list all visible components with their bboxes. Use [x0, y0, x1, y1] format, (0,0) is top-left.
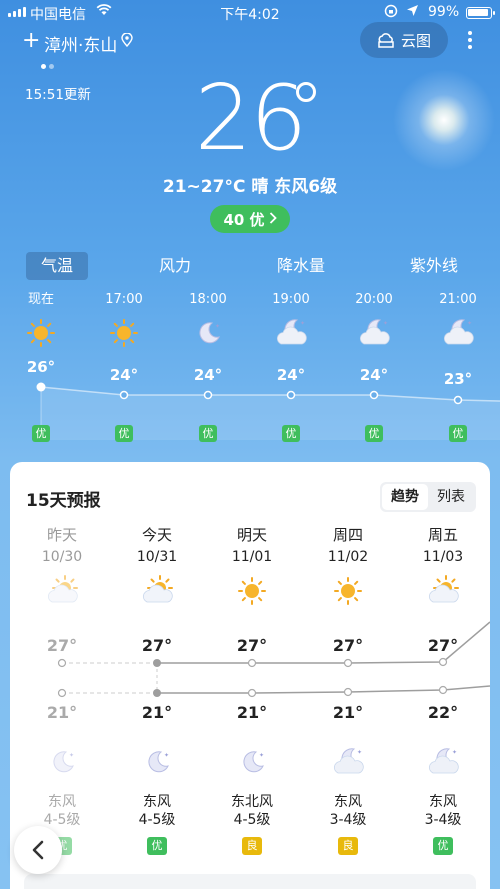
day-low-temp: 21°	[141, 703, 173, 722]
svg-text:✦: ✦	[164, 752, 169, 759]
day-high-temp: 27°	[46, 636, 78, 655]
hourly-time: 19:00	[272, 292, 310, 307]
forecast-day[interactable]: 昨天 10/30	[14, 524, 110, 565]
day-aq-badge: 良	[338, 837, 358, 855]
moon-icon: ✦	[46, 746, 78, 782]
day-high-temp: 27°	[141, 636, 173, 655]
day-wind: 东风 3-4级	[300, 793, 396, 829]
hourly-time: 18:00	[189, 292, 227, 307]
svg-text:✦: ✦	[69, 752, 74, 759]
wind-level: 4-5级	[43, 812, 81, 828]
moon-icon: ✦	[192, 317, 224, 353]
day-low-temp: 22°	[427, 703, 459, 722]
day-aq-badge: 优	[147, 837, 167, 855]
back-button[interactable]	[14, 826, 62, 874]
hourly-aq-badge: 优	[282, 425, 300, 442]
day-low-temp: 21°	[46, 703, 78, 722]
wind-direction: 东北风	[231, 794, 273, 810]
hourly-aq-badge: 优	[365, 425, 383, 442]
hourly-temp: 24°	[109, 366, 139, 384]
wind-direction: 东风	[429, 794, 457, 810]
day-aq-badge: 良	[242, 837, 262, 855]
hourly-time: 21:00	[439, 292, 477, 307]
day-wind: 东风 4-5级	[109, 793, 205, 829]
hourly-aq-badge: 优	[199, 425, 217, 442]
svg-text:✦: ✦	[452, 749, 457, 756]
moon-cloud-icon: ✦	[275, 317, 307, 353]
hourly-temp: 24°	[359, 366, 389, 384]
forecast-day[interactable]: 今天 10/31	[109, 524, 205, 565]
hourly-time: 17:00	[105, 292, 143, 307]
day-wind: 东风 4-5级	[14, 793, 110, 829]
day-name: 明天	[236, 526, 267, 544]
moon-icon: ✦	[236, 746, 268, 782]
day-high-temp: 27°	[427, 636, 459, 655]
day-name: 周五	[427, 526, 458, 544]
day-date: 11/03	[422, 549, 464, 565]
card-footer-strip	[24, 874, 476, 889]
wind-level: 4-5级	[233, 812, 271, 828]
forecast-day[interactable]: 明天 11/01	[204, 524, 300, 565]
moon-icon: ✦	[141, 746, 173, 782]
hourly-temp: 26°	[26, 358, 56, 376]
hourly-aq-badge: 优	[32, 425, 50, 442]
svg-text:✦: ✦	[300, 320, 305, 327]
wind-level: 3-4级	[329, 812, 367, 828]
svg-text:✦: ✦	[383, 320, 388, 327]
svg-text:✦: ✦	[467, 320, 472, 327]
hourly-aq-badge: 优	[115, 425, 133, 442]
day-low-temp: 21°	[236, 703, 268, 722]
day-date: 10/31	[136, 549, 178, 565]
day-date: 11/02	[327, 549, 369, 565]
hourly-aq-badge: 优	[449, 425, 467, 442]
day-low-temp: 21°	[332, 703, 364, 722]
hourly-time: 现在	[27, 292, 54, 307]
wind-direction: 东风	[143, 794, 171, 810]
forecast-day[interactable]: 周五 11/03	[395, 524, 491, 565]
wind-level: 3-4级	[424, 812, 462, 828]
svg-text:✦: ✦	[215, 323, 220, 330]
svg-text:✦: ✦	[259, 752, 264, 759]
svg-text:✦: ✦	[357, 749, 362, 756]
wind-level: 4-5级	[138, 812, 176, 828]
moon-cloud-icon: ✦	[427, 746, 459, 782]
sun-cloud-icon	[141, 575, 173, 611]
day-high-temp: 27°	[236, 636, 268, 655]
forecast-day[interactable]: 周四 11/02	[300, 524, 396, 565]
day-name: 今天	[141, 526, 172, 544]
wind-direction: 东风	[334, 794, 362, 810]
sun-icon	[332, 575, 364, 611]
hourly-time: 20:00	[355, 292, 393, 307]
hourly-temp: 23°	[443, 370, 473, 388]
day-name: 昨天	[46, 526, 77, 544]
day-aq-badge: 优	[433, 837, 453, 855]
sun-icon	[236, 575, 268, 611]
chevron-left-icon	[32, 840, 44, 860]
moon-cloud-icon: ✦	[358, 317, 390, 353]
hourly-temp: 24°	[193, 366, 223, 384]
sun-icon	[25, 317, 57, 353]
day-wind: 东北风 4-5级	[204, 793, 300, 829]
day-date: 11/01	[231, 549, 273, 565]
day-name: 周四	[332, 526, 363, 544]
sun-cloud-icon	[427, 575, 459, 611]
day-wind: 东风 3-4级	[395, 793, 491, 829]
day-date: 10/30	[41, 549, 83, 565]
forecast-card: 15天预报 趋势 列表 昨天 10/30 27° 21° ✦ 东风 4-5级 优 今…	[10, 462, 490, 889]
sun-cloud-icon	[46, 575, 78, 611]
moon-cloud-icon: ✦	[332, 746, 364, 782]
wind-direction: 东风	[48, 794, 76, 810]
day-high-temp: 27°	[332, 636, 364, 655]
moon-cloud-icon: ✦	[442, 317, 474, 353]
sun-icon	[108, 317, 140, 353]
hourly-temp: 24°	[276, 366, 306, 384]
